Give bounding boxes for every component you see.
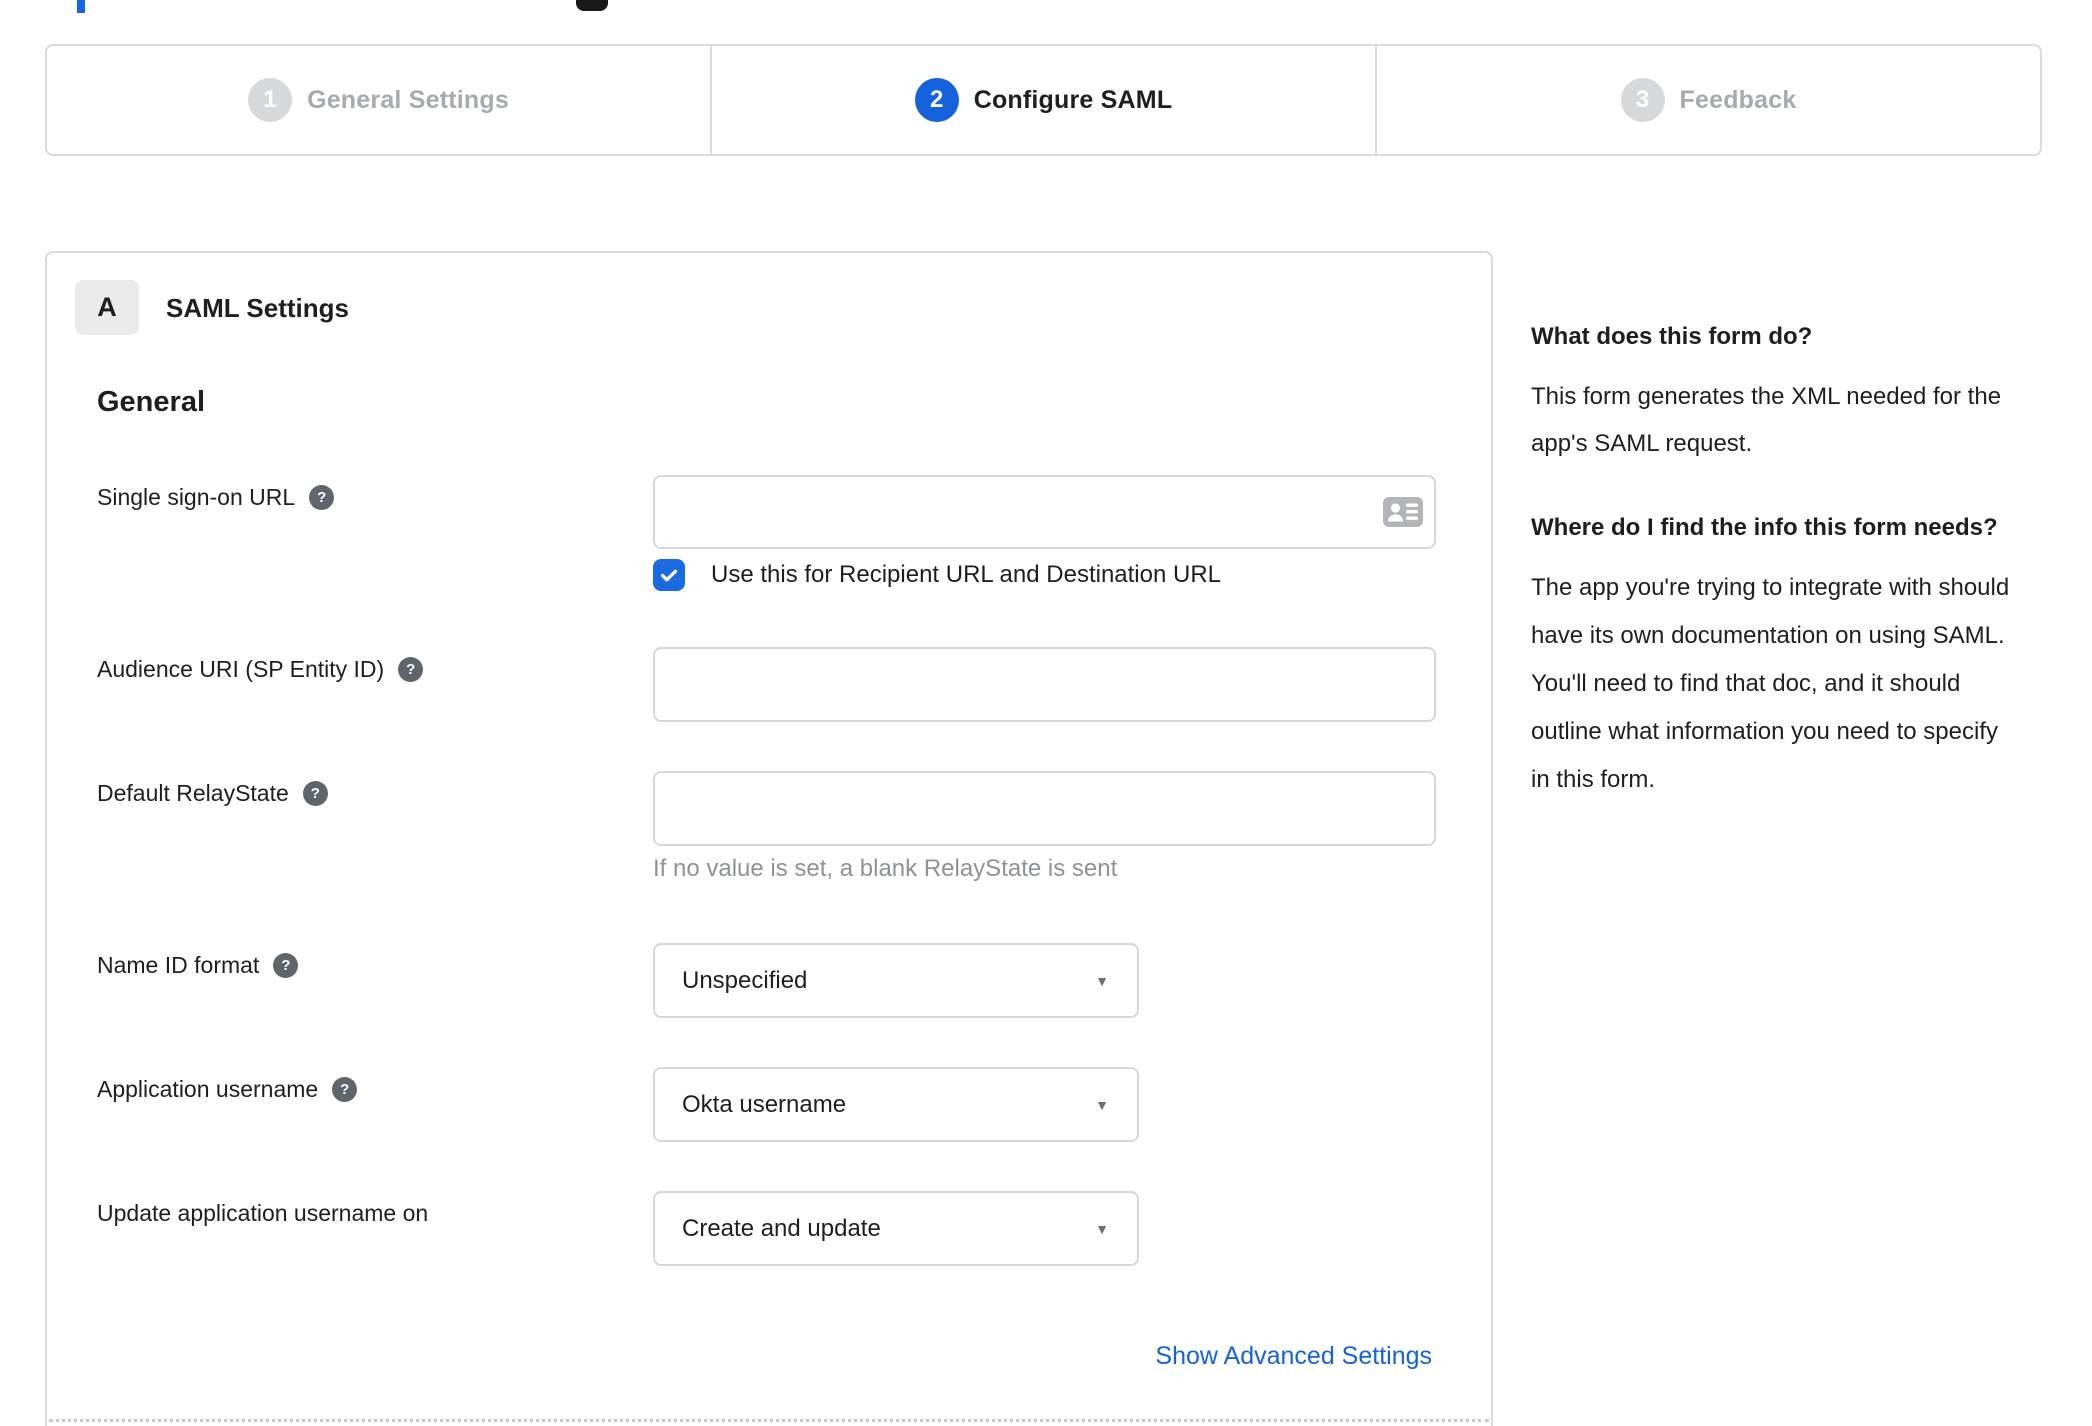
app-username-value: Okta username: [682, 1090, 847, 1118]
app-username-label-row: Application username ?: [97, 1076, 358, 1103]
audience-uri-label: Audience URI (SP Entity ID): [97, 656, 385, 682]
sso-url-input[interactable]: [653, 475, 1436, 549]
configure-saml-page: 1 General Settings 2 Configure SAML 3 Fe…: [0, 0, 2092, 1426]
saml-settings-panel: A SAML Settings General Single sign-on U…: [45, 251, 1493, 1426]
section-title: SAML Settings: [166, 293, 349, 323]
sso-url-label: Single sign-on URL: [97, 484, 296, 510]
name-id-format-label-row: Name ID format ?: [97, 952, 299, 979]
relay-state-help-icon[interactable]: ?: [302, 781, 328, 806]
help-section-where-heading: Where do I find the info this form needs…: [1531, 514, 1998, 541]
recipient-url-checkbox-row: Use this for Recipient URL and Destinati…: [653, 559, 1221, 591]
contact-card-autofill-icon[interactable]: [1383, 497, 1423, 527]
step-2-number-badge: 2: [914, 78, 959, 122]
audience-uri-label-row: Audience URI (SP Entity ID) ?: [97, 656, 424, 683]
relay-state-input[interactable]: [653, 771, 1436, 846]
relay-state-hint: If no value is set, a blank RelayState i…: [653, 855, 1118, 882]
name-id-format-label: Name ID format: [97, 952, 260, 978]
update-username-value: Create and update: [682, 1214, 881, 1242]
step-3-number-badge: 3: [1620, 78, 1665, 122]
app-username-select[interactable]: Okta username ▼: [653, 1067, 1139, 1142]
step-3-label: Feedback: [1679, 85, 1797, 114]
audience-uri-input[interactable]: [653, 647, 1436, 722]
cutoff-blue-fragment: [77, 0, 85, 13]
section-dotted-divider: [49, 1419, 1489, 1422]
checkmark-icon: [660, 569, 678, 582]
step-feedback[interactable]: 3 Feedback: [1375, 46, 2040, 154]
step-1-label: General Settings: [307, 85, 509, 114]
help-sidebar: What does this form do? This form genera…: [1531, 318, 2011, 804]
help-section-where-body: The app you're trying to integrate with …: [1531, 574, 2010, 793]
update-username-label: Update application username on: [97, 1200, 429, 1226]
help-section-what-heading: What does this form do?: [1531, 323, 1813, 350]
name-id-format-value: Unspecified: [682, 966, 808, 994]
chevron-down-icon: ▼: [1095, 972, 1109, 989]
relay-state-label-row: Default RelayState ?: [97, 780, 328, 807]
sso-url-help-icon[interactable]: ?: [309, 485, 335, 510]
recipient-url-checkbox-label: Use this for Recipient URL and Destinati…: [711, 561, 1222, 588]
chevron-down-icon: ▼: [1095, 1220, 1109, 1237]
app-username-label: Application username: [97, 1076, 319, 1102]
help-section-where: Where do I find the info this form needs…: [1531, 509, 2011, 804]
help-section-what: What does this form do? This form genera…: [1531, 318, 2011, 467]
update-username-label-row: Update application username on: [97, 1200, 428, 1227]
audience-uri-help-icon[interactable]: ?: [398, 657, 424, 682]
general-group-heading: General: [97, 386, 205, 418]
cutoff-app-logo-fragment: [576, 0, 608, 11]
step-1-number-badge: 1: [248, 78, 293, 122]
step-configure-saml[interactable]: 2 Configure SAML: [710, 46, 1375, 154]
app-username-help-icon[interactable]: ?: [332, 1077, 358, 1102]
step-2-label: Configure SAML: [973, 85, 1173, 114]
relay-state-label: Default RelayState: [97, 780, 289, 806]
update-username-select[interactable]: Create and update ▼: [653, 1191, 1139, 1266]
name-id-format-select[interactable]: Unspecified ▼: [653, 943, 1139, 1018]
wizard-stepper: 1 General Settings 2 Configure SAML 3 Fe…: [45, 44, 2042, 156]
step-general-settings[interactable]: 1 General Settings: [47, 46, 710, 154]
help-section-what-body: This form generates the XML needed for t…: [1531, 383, 2002, 457]
sso-url-label-row: Single sign-on URL ?: [97, 484, 335, 511]
recipient-url-checkbox[interactable]: [653, 559, 685, 591]
show-advanced-settings-link[interactable]: Show Advanced Settings: [1155, 1342, 1432, 1371]
chevron-down-icon: ▼: [1095, 1096, 1109, 1113]
name-id-format-help-icon[interactable]: ?: [273, 953, 299, 978]
section-a-badge: A: [75, 280, 139, 335]
